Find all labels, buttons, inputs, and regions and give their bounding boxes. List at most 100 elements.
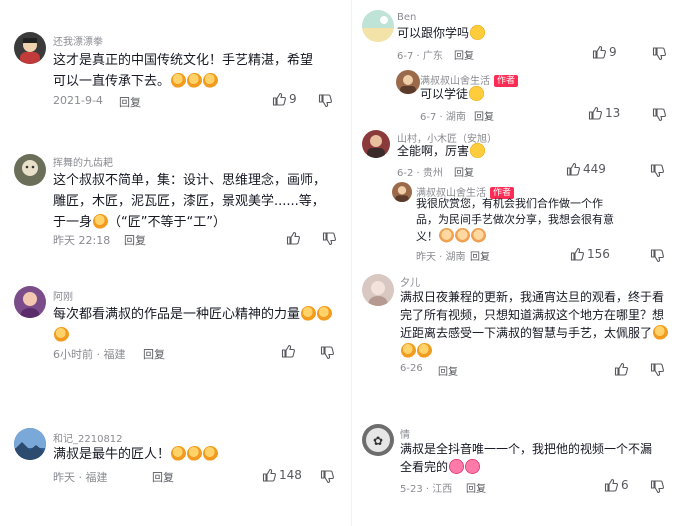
reply-button[interactable]: 回复 xyxy=(438,363,458,378)
reply-button[interactable]: 回复 xyxy=(454,47,474,62)
reply-button[interactable]: 回复 xyxy=(119,94,141,110)
ok-emoji-icon xyxy=(653,325,669,340)
thumb-down-icon[interactable] xyxy=(650,164,664,178)
comment-date: 5-23 · 江西 xyxy=(400,484,453,495)
ok-emoji-icon xyxy=(54,327,69,342)
ok-emoji-icon xyxy=(187,73,203,88)
avatar[interactable]: ✿ xyxy=(362,424,394,456)
thumb-up-icon xyxy=(604,478,618,492)
reply-button[interactable]: 回复 xyxy=(152,469,174,485)
like-button[interactable] xyxy=(286,231,303,245)
thumb-up-icon xyxy=(566,162,580,176)
avatar[interactable] xyxy=(14,154,46,186)
like-count: 156 xyxy=(587,247,610,261)
comment-item: ✿ 情 满叔是全抖音唯一一个，我把他的视频一个不漏全看完的 5-23 · 江西 … xyxy=(352,420,700,520)
like-button[interactable] xyxy=(281,344,298,358)
comment-item: 还我漂漂拳 这才是真正的中国传统文化！手艺精湛，希望可以一直传承下去。 2021… xyxy=(0,0,352,128)
comment-text-content: 每次都看满叔的作品是一种匠心精神的力量 xyxy=(53,307,301,322)
grin-emoji-icon xyxy=(470,143,486,158)
comment-text: 这才是真正的中国传统文化！手艺精湛，希望可以一直传承下去。 xyxy=(53,50,325,92)
like-button[interactable]: 449 xyxy=(566,162,606,176)
comment-text: 满叔日夜兼程的更新，我通宵达旦的观看，终于看完了所有视频，只想知道满叔这个地方在… xyxy=(400,288,669,360)
comment-text: 我很欣赏您，有机会我们合作做一个作品，为民间手艺做次分享，我想会很有意义！ xyxy=(416,196,616,245)
comment-text: 全能啊，厉害 xyxy=(397,142,637,160)
like-count: 6 xyxy=(621,478,629,492)
comment-text: 可以学徒 xyxy=(420,85,650,103)
thumb-down-icon[interactable] xyxy=(652,108,666,122)
comment-username[interactable]: 挥舞的九齿耙 xyxy=(53,154,113,169)
like-button[interactable]: 6 xyxy=(604,478,629,492)
comment-username[interactable]: 阿刚 xyxy=(53,288,73,303)
comment-item: 夕儿 满叔日夜兼程的更新，我通宵达旦的观看，终于看完了所有视频，只想知道满叔这个… xyxy=(352,272,700,380)
smile-emoji-icon xyxy=(470,25,486,40)
thumb-down-icon[interactable] xyxy=(322,232,336,246)
right-comment-column: Ben 可以跟你学吗 6-7 · 广东 回复 9 满叔叔山舍生活 作者 可以学徒 … xyxy=(352,0,700,526)
avatar[interactable] xyxy=(362,274,394,306)
reply-item: 满叔叔山舍生活 作者 可以学徒 6-7 · 湖南 回复 13 xyxy=(352,66,700,124)
thumb-up-icon[interactable] xyxy=(614,362,628,376)
comment-item: 和记_2210812 满叔是最牛的匠人！ 昨天 · 福建 回复 148 xyxy=(0,414,352,514)
comment-date: 2021-9-4 xyxy=(53,94,103,107)
comment-text-content: 全能啊，厉害 xyxy=(397,144,470,158)
thumb-down-icon[interactable] xyxy=(650,480,664,494)
author-avatar[interactable] xyxy=(396,70,420,94)
reply-button[interactable]: 回复 xyxy=(474,108,494,123)
comment-item: 阿刚 每次都看满叔的作品是一种匠心精神的力量 6小时前 · 福建 回复 xyxy=(0,276,352,376)
thumb-up-icon xyxy=(281,344,295,358)
comment-text-content: 可以跟你学吗 xyxy=(397,26,470,40)
comment-username[interactable]: 和记_2210812 xyxy=(53,430,123,445)
reply-button[interactable]: 回复 xyxy=(470,248,490,263)
comment-date: 6-7 · 湖南 xyxy=(420,112,466,123)
like-button[interactable]: 9 xyxy=(272,92,297,106)
like-button[interactable]: 148 xyxy=(262,468,302,482)
comment-text: 满叔是最牛的匠人！ xyxy=(53,444,333,465)
avatar[interactable] xyxy=(14,428,46,460)
comment-text: 每次都看满叔的作品是一种匠心精神的力量 xyxy=(53,304,333,346)
comment-text-content: 可以学徒 xyxy=(420,87,469,101)
comment-username[interactable]: 情 xyxy=(400,426,410,441)
author-avatar[interactable] xyxy=(392,182,412,202)
thumb-up-icon xyxy=(272,92,286,106)
ok-emoji-icon xyxy=(171,73,187,88)
thumb-down-icon[interactable] xyxy=(320,346,334,360)
like-button[interactable]: 13 xyxy=(588,106,620,120)
comment-date: 昨天 · 湖南 xyxy=(416,252,466,263)
comment-item: 山村，小木匠（安旭） 全能啊，厉害 6-2 · 贵州 回复 449 xyxy=(352,126,700,179)
comment-text-content: 满叔是最牛的匠人！ xyxy=(53,447,171,462)
comment-date: 6-2 · 贵州 xyxy=(397,168,443,179)
avatar[interactable] xyxy=(14,32,46,64)
comment-date: 6-26 xyxy=(400,363,423,374)
heart-eyes-emoji-icon xyxy=(449,459,465,474)
thumb-up-icon xyxy=(570,247,584,261)
thumb-down-icon[interactable] xyxy=(320,470,334,484)
praying-hands-icon xyxy=(439,228,454,243)
reply-button[interactable]: 回复 xyxy=(454,164,474,179)
avatar[interactable] xyxy=(362,130,390,158)
like-button[interactable]: 9 xyxy=(592,45,617,59)
like-count: 13 xyxy=(605,106,621,120)
thumb-down-icon[interactable] xyxy=(318,94,332,108)
comment-date: 昨天 · 福建 xyxy=(53,471,108,484)
thumb-down-icon[interactable] xyxy=(650,363,664,377)
grin-emoji-icon xyxy=(469,86,485,101)
reply-item: 满叔叔山舍生活 作者 我很欣赏您，有机会我们合作做一个作品，为民间手艺做次分享，我… xyxy=(352,180,700,264)
ok-emoji-icon xyxy=(187,446,203,461)
comment-username[interactable]: 夕儿 xyxy=(400,274,420,289)
like-count: 9 xyxy=(289,92,297,106)
reply-button[interactable]: 回复 xyxy=(466,480,486,495)
comment-username[interactable]: 还我漂漂拳 xyxy=(53,33,103,48)
reply-button[interactable]: 回复 xyxy=(143,346,165,362)
avatar[interactable] xyxy=(362,10,394,42)
avatar[interactable] xyxy=(14,286,46,318)
thumb-down-icon[interactable] xyxy=(650,249,664,263)
ok-emoji-icon xyxy=(317,306,333,321)
comment-username[interactable]: Ben xyxy=(397,12,416,23)
comment-item: 挥舞的九齿耙 这个叔叔不简单，集：设计、思维理念，画师，雕匠，木匠，泥瓦匠，漆匠… xyxy=(0,140,352,260)
like-button[interactable]: 156 xyxy=(570,247,610,261)
like-count: 9 xyxy=(609,45,617,59)
thumb-down-icon[interactable] xyxy=(652,47,666,61)
praying-hands-icon xyxy=(471,228,486,243)
ok-emoji-icon xyxy=(203,73,219,88)
ok-emoji-icon xyxy=(417,343,432,358)
reply-button[interactable]: 回复 xyxy=(124,232,146,248)
